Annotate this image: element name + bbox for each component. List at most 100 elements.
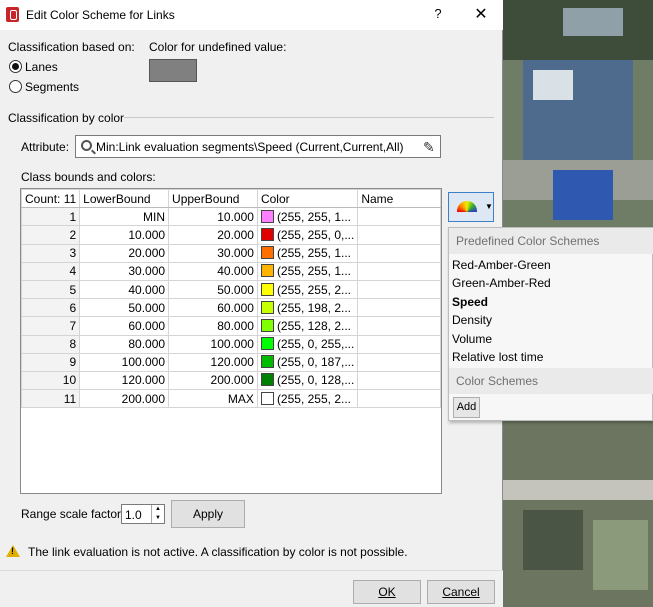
lanes-radio-label[interactable]: Lanes — [25, 60, 58, 74]
ok-button[interactable]: OK — [353, 580, 421, 604]
table-row[interactable]: 1 MIN 10.000 (255, 255, 1... — [21, 207, 441, 227]
color-cell[interactable]: (255, 255, 2... — [256, 279, 359, 300]
upperbound-cell[interactable]: 60.000 — [168, 298, 258, 318]
name-cell[interactable] — [357, 243, 441, 263]
color-swatch[interactable] — [260, 355, 274, 369]
menu-item-speed[interactable]: Speed — [452, 295, 488, 309]
color-swatch[interactable] — [260, 264, 274, 278]
color-cell[interactable]: (255, 255, 1... — [256, 243, 359, 263]
color-swatch[interactable] — [260, 209, 274, 223]
table-row[interactable]: 2 10.000 20.000 (255, 255, 0,... — [21, 225, 441, 245]
name-cell[interactable] — [357, 389, 441, 409]
row-index-cell[interactable]: 9 — [21, 352, 81, 372]
table-row[interactable]: 9 100.000 120.000 (255, 0, 187,... — [21, 352, 441, 372]
table-row[interactable]: 4 30.000 40.000 (255, 255, 1... — [21, 261, 441, 281]
color-cell[interactable]: (255, 0, 128,... — [256, 370, 359, 391]
segments-radio[interactable] — [9, 80, 22, 93]
color-cell[interactable]: (255, 128, 2... — [256, 316, 359, 336]
menu-item-relative-lost-time[interactable]: Relative lost time — [452, 350, 543, 364]
col-header-lowerbound[interactable]: LowerBound — [79, 189, 170, 209]
row-index-cell[interactable]: 7 — [21, 316, 81, 336]
color-cell[interactable]: (255, 0, 187,... — [256, 352, 359, 372]
color-swatch[interactable] — [260, 318, 274, 332]
row-index-cell[interactable]: 1 — [21, 207, 81, 227]
lowerbound-cell[interactable]: 40.000 — [79, 279, 170, 300]
name-cell[interactable] — [357, 261, 441, 281]
lowerbound-cell[interactable]: 120.000 — [79, 370, 170, 391]
name-cell[interactable] — [357, 298, 441, 318]
upperbound-cell[interactable]: 100.000 — [168, 334, 258, 354]
color-cell[interactable]: (255, 0, 255,... — [256, 334, 359, 354]
color-cell[interactable]: (255, 198, 2... — [256, 298, 359, 318]
lanes-radio[interactable] — [9, 60, 22, 73]
row-index-cell[interactable]: 5 — [21, 279, 81, 300]
color-swatch[interactable] — [260, 337, 274, 351]
table-row[interactable]: 11 200.000 MAX (255, 255, 2... — [21, 389, 441, 409]
lowerbound-cell[interactable]: 60.000 — [79, 316, 170, 336]
color-swatch[interactable] — [260, 300, 274, 314]
color-swatch[interactable] — [260, 282, 274, 296]
row-index-cell[interactable]: 10 — [21, 370, 81, 391]
table-row[interactable]: 10 120.000 200.000 (255, 0, 128,... — [21, 370, 441, 391]
lowerbound-cell[interactable]: MIN — [79, 207, 170, 227]
color-swatch[interactable] — [260, 391, 274, 405]
col-header-upperbound[interactable]: UpperBound — [168, 189, 258, 209]
upperbound-cell[interactable]: 80.000 — [168, 316, 258, 336]
spin-up-icon[interactable]: ▲ — [151, 505, 164, 514]
menu-item-volume[interactable]: Volume — [452, 332, 492, 346]
name-cell[interactable] — [357, 370, 441, 391]
lowerbound-cell[interactable]: 200.000 — [79, 389, 170, 409]
menu-item-density[interactable]: Density — [452, 313, 492, 327]
apply-button[interactable]: Apply — [171, 500, 245, 528]
col-header-count[interactable]: Count: 11 — [21, 189, 81, 209]
table-row[interactable]: 5 40.000 50.000 (255, 255, 2... — [21, 279, 441, 300]
row-index-cell[interactable]: 11 — [21, 389, 81, 409]
upperbound-cell[interactable]: 120.000 — [168, 352, 258, 372]
upperbound-cell[interactable]: 40.000 — [168, 261, 258, 281]
name-cell[interactable] — [357, 334, 441, 354]
color-cell[interactable]: (255, 255, 0,... — [256, 225, 359, 245]
row-index-cell[interactable]: 4 — [21, 261, 81, 281]
upperbound-cell[interactable]: 200.000 — [168, 370, 258, 391]
name-cell[interactable] — [357, 225, 441, 245]
name-cell[interactable] — [357, 316, 441, 336]
color-swatch[interactable] — [260, 246, 274, 260]
edit-pencil-icon[interactable]: ✎ — [423, 139, 435, 156]
upperbound-cell[interactable]: 10.000 — [168, 207, 258, 227]
lowerbound-cell[interactable]: 20.000 — [79, 243, 170, 263]
color-swatch[interactable] — [260, 227, 274, 241]
row-index-cell[interactable]: 2 — [21, 225, 81, 245]
class-bounds-table[interactable]: Count: 11 LowerBound UpperBound Color Na… — [20, 188, 442, 494]
table-row[interactable]: 3 20.000 30.000 (255, 255, 1... — [21, 243, 441, 263]
table-row[interactable]: 7 60.000 80.000 (255, 128, 2... — [21, 316, 441, 336]
color-swatch[interactable] — [260, 373, 274, 387]
lowerbound-cell[interactable]: 100.000 — [79, 352, 170, 372]
help-button[interactable]: ? — [428, 6, 448, 21]
range-scale-spinbox[interactable]: 1.0 ▲ ▼ — [121, 504, 165, 524]
upperbound-cell[interactable]: 50.000 — [168, 279, 258, 300]
table-row[interactable]: 6 50.000 60.000 (255, 198, 2... — [21, 298, 441, 318]
col-header-color[interactable]: Color — [256, 189, 359, 209]
lowerbound-cell[interactable]: 50.000 — [79, 298, 170, 318]
menu-item-green-amber-red[interactable]: Green-Amber-Red — [452, 276, 551, 290]
spin-down-icon[interactable]: ▼ — [151, 514, 164, 523]
row-index-cell[interactable]: 6 — [21, 298, 81, 318]
add-scheme-button[interactable]: Add — [453, 397, 480, 418]
table-row[interactable]: 8 80.000 100.000 (255, 0, 255,... — [21, 334, 441, 354]
cancel-button[interactable]: Cancel — [427, 580, 495, 604]
attribute-field[interactable]: Min:Link evaluation segments\Speed (Curr… — [75, 135, 441, 158]
lowerbound-cell[interactable]: 80.000 — [79, 334, 170, 354]
color-cell[interactable]: (255, 255, 2... — [256, 389, 359, 409]
row-index-cell[interactable]: 3 — [21, 243, 81, 263]
menu-item-red-amber-green[interactable]: Red-Amber-Green — [452, 258, 551, 272]
color-scheme-button[interactable]: ▼ — [448, 192, 494, 222]
close-button[interactable]: ✕ — [470, 4, 492, 24]
upperbound-cell[interactable]: 30.000 — [168, 243, 258, 263]
upperbound-cell[interactable]: MAX — [168, 389, 258, 409]
name-cell[interactable] — [357, 207, 441, 227]
lowerbound-cell[interactable]: 10.000 — [79, 225, 170, 245]
col-header-name[interactable]: Name — [357, 189, 441, 209]
upperbound-cell[interactable]: 20.000 — [168, 225, 258, 245]
undefined-color-swatch[interactable] — [149, 59, 197, 82]
segments-radio-label[interactable]: Segments — [25, 80, 79, 94]
